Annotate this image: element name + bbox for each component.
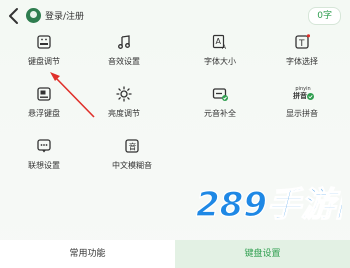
floating-keyboard-icon [37,87,51,101]
item-show-pinyin[interactable]: pinyin 拼音 显示拼音 [258,86,346,126]
item-keyboard-adjust[interactable]: 键盘调节 [0,34,88,74]
login-link[interactable]: 登录/注册 [45,9,84,22]
item-label: 元音补全 [204,109,236,118]
back-arrow-icon[interactable] [6,6,22,26]
avatar[interactable] [26,8,41,23]
svg-text:A: A [222,44,227,50]
item-sound-settings[interactable]: 音效设置 [80,34,168,74]
item-label: 悬浮键盘 [28,109,60,118]
show-pinyin-icon: pinyin 拼音 [292,86,314,102]
item-label: 字体大小 [204,57,236,66]
item-floating-keyboard[interactable]: 悬浮键盘 [0,86,88,126]
item-association[interactable]: 联想设置 [0,138,88,178]
music-note-icon [118,35,130,49]
item-label: 字体选择 [286,57,318,66]
svg-text:A: A [216,37,222,46]
brightness-icon [116,86,132,102]
watermark-text: 289手游网 [196,185,342,225]
association-icon [37,139,51,153]
pinyin-badge-bottom: 拼音 [293,92,307,100]
item-label: 联想设置 [28,161,60,170]
tab-common-functions[interactable]: 常用功能 [0,240,175,268]
svg-text:T: T [298,39,305,49]
item-label: 键盘调节 [28,57,60,66]
bottom-tabs: 常用功能 键盘设置 [0,240,350,268]
item-label: 亮度调节 [108,109,140,118]
item-label: 音效设置 [108,57,140,66]
vowel-complete-icon [212,88,228,101]
item-label: 显示拼音 [286,109,318,118]
font-size-icon: A A [212,34,227,50]
fuzzy-sound-icon: 音 [125,139,139,153]
item-font-select[interactable]: T 字体选择 [258,34,346,74]
settings-screen: 登录/注册 0字 键盘调节 音效设置 A A 字体大小 T 字体选择 悬浮键盘 … [0,0,350,268]
item-vowel-complete[interactable]: 元音补全 [176,86,264,126]
item-fuzzy-sound[interactable]: 音 中文模糊音 [88,138,176,178]
font-select-icon: T [295,34,310,49]
header: 登录/注册 0字 [0,0,350,32]
tab-keyboard-settings[interactable]: 键盘设置 [175,240,350,268]
keyboard-adjust-icon [37,35,51,49]
word-count-badge: 0字 [308,7,341,25]
item-brightness[interactable]: 亮度调节 [80,86,168,126]
watermark-logo: 289手游网 [196,184,342,225]
item-font-size[interactable]: A A 字体大小 [176,34,264,74]
check-icon [307,93,314,100]
svg-text:音: 音 [129,142,137,152]
item-label: 中文模糊音 [112,161,152,170]
